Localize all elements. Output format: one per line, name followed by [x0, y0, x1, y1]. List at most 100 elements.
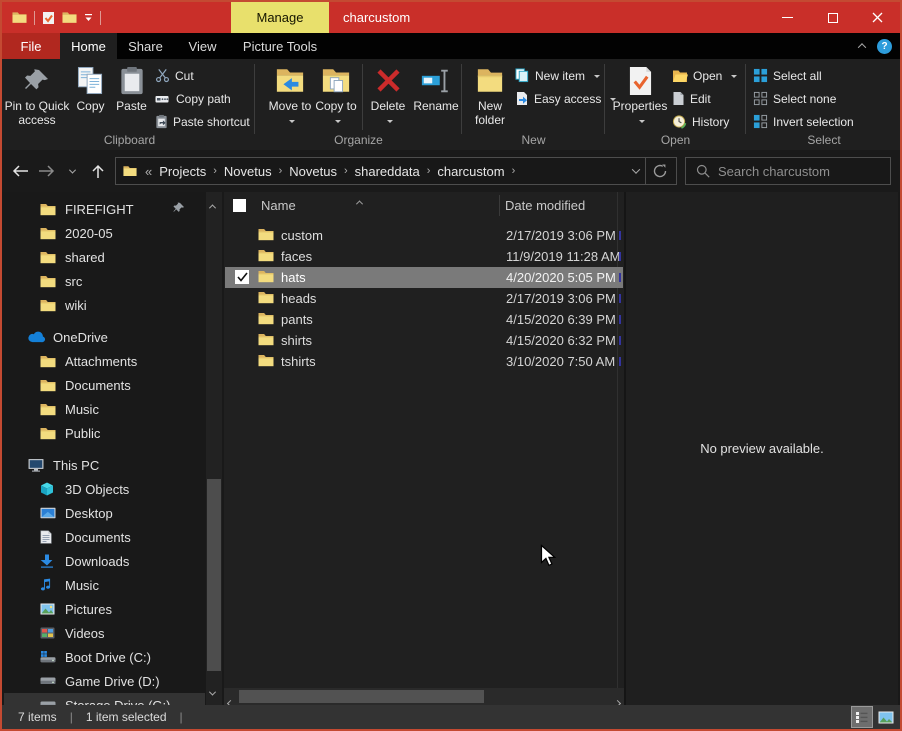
select-none-button[interactable]: Select none: [750, 87, 900, 110]
sidebar-item-storage-drive-g[interactable]: Storage Drive (G:): [4, 693, 205, 705]
scroll-up-icon[interactable]: [209, 204, 216, 211]
file-row-hats[interactable]: hats4/20/2020 5:05 PM: [225, 267, 623, 288]
paste-button[interactable]: Paste: [111, 62, 152, 134]
invert-selection-button[interactable]: Invert selection: [750, 110, 900, 133]
copy-to-icon: [321, 63, 351, 98]
copy-button[interactable]: Copy: [70, 62, 111, 134]
sidebar-item-src[interactable]: src: [4, 269, 205, 293]
history-button[interactable]: History: [669, 110, 745, 133]
forward-button[interactable]: [37, 165, 55, 177]
paste-shortcut-button[interactable]: Paste shortcut: [152, 110, 252, 133]
sidebar-item-firefight[interactable]: FIREFIGHT: [4, 197, 205, 221]
large-icons-view-button[interactable]: [875, 706, 897, 728]
file-row-custom[interactable]: custom2/17/2019 3:06 PM: [225, 225, 623, 246]
breadcrumb-separator-icon[interactable]: ›: [509, 165, 519, 177]
file-row-faces[interactable]: faces11/9/2019 11:28 AM: [225, 246, 623, 267]
breadcrumb-overflow[interactable]: «: [142, 164, 155, 179]
edit-button[interactable]: Edit: [669, 87, 745, 110]
sidebar-item-public[interactable]: Public: [4, 421, 205, 445]
cut-button[interactable]: Cut: [152, 64, 252, 87]
search-input[interactable]: [718, 164, 894, 179]
sidebar-item-label: Public: [65, 426, 100, 441]
tab-home[interactable]: Home: [60, 33, 117, 59]
maximize-button[interactable]: [810, 2, 855, 33]
folder-icon[interactable]: [12, 11, 27, 24]
sidebar-item-videos[interactable]: Videos: [4, 621, 205, 645]
tab-share[interactable]: Share: [117, 33, 174, 59]
breadcrumb-segment-projects[interactable]: Projects: [155, 164, 210, 179]
row-edge-mark: [619, 357, 621, 366]
sidebar-item-onedrive[interactable]: OneDrive: [4, 325, 205, 349]
scrollbar-thumb[interactable]: [239, 690, 484, 703]
sidebar-item-2020-05[interactable]: 2020-05: [4, 221, 205, 245]
file-row-heads[interactable]: heads2/17/2019 3:06 PM: [225, 288, 623, 309]
sidebar-item-downloads[interactable]: Downloads: [4, 549, 205, 573]
breadcrumb-separator-icon[interactable]: ›: [276, 165, 286, 177]
column-header-date-modified[interactable]: Date modified: [505, 198, 585, 213]
sidebar-item-documents[interactable]: Documents: [4, 525, 205, 549]
back-button[interactable]: [11, 165, 29, 177]
scrollbar-thumb[interactable]: [207, 479, 221, 671]
sidebar-item-game-drive-d[interactable]: Game Drive (D:): [4, 669, 205, 693]
file-row-tshirts[interactable]: tshirts3/10/2020 7:50 AM: [225, 351, 623, 372]
recent-locations-icon[interactable]: [63, 169, 81, 174]
sidebar-item-label: Documents: [65, 530, 131, 545]
breadcrumb-segment-novetus[interactable]: Novetus: [220, 164, 276, 179]
sidebar-scrollbar[interactable]: [206, 192, 222, 705]
sidebar-item-this-pc[interactable]: This PC: [4, 453, 205, 477]
breadcrumb-separator-icon[interactable]: ›: [424, 165, 434, 177]
tab-picture-tools[interactable]: Picture Tools: [231, 33, 329, 59]
open-button[interactable]: Open: [669, 64, 745, 87]
pin-to-quick-access-button[interactable]: Pin to Quick access: [4, 62, 70, 134]
close-button[interactable]: [855, 2, 900, 33]
breadcrumb-separator-icon[interactable]: ›: [210, 165, 220, 177]
address-bar[interactable]: « Projects›Novetus›Novetus›shareddata›ch…: [115, 157, 677, 185]
customize-qat-icon[interactable]: [84, 13, 93, 22]
row-checkbox-checked[interactable]: [235, 270, 249, 284]
collapse-ribbon-icon[interactable]: [858, 43, 866, 51]
copy-to-button[interactable]: Copy to: [313, 62, 359, 134]
file-row-shirts[interactable]: shirts4/15/2020 6:32 PM: [225, 330, 623, 351]
sidebar-item-desktop[interactable]: Desktop: [4, 501, 205, 525]
breadcrumb-segment-charcustom[interactable]: charcustom: [433, 164, 508, 179]
move-to-button[interactable]: Move to: [267, 62, 313, 134]
file-row-pants[interactable]: pants4/15/2020 6:39 PM: [225, 309, 623, 330]
tab-file[interactable]: File: [2, 33, 60, 59]
select-all-button[interactable]: Select all: [750, 64, 900, 87]
new-item-button[interactable]: New item: [512, 64, 604, 87]
rename-button[interactable]: Rename: [410, 62, 462, 134]
breadcrumb-separator-icon[interactable]: ›: [341, 165, 351, 177]
address-dropdown-icon[interactable]: [632, 165, 640, 173]
tab-view[interactable]: View: [174, 33, 231, 59]
select-all-checkbox[interactable]: [233, 199, 246, 212]
folder-icon[interactable]: [62, 11, 77, 24]
properties-icon[interactable]: [42, 11, 55, 25]
sidebar-item-3d-objects[interactable]: 3D Objects: [4, 477, 205, 501]
sidebar-item-wiki[interactable]: wiki: [4, 293, 205, 317]
sidebar-item-music[interactable]: Music: [4, 573, 205, 597]
tab-manage[interactable]: Manage: [231, 2, 329, 33]
sidebar-item-attachments[interactable]: Attachments: [4, 349, 205, 373]
sidebar-item-documents[interactable]: Documents: [4, 373, 205, 397]
breadcrumb-segment-novetus[interactable]: Novetus: [285, 164, 341, 179]
up-button[interactable]: [89, 164, 107, 179]
refresh-icon[interactable]: [646, 158, 674, 184]
scroll-down-icon[interactable]: [209, 689, 216, 696]
sidebar-item-boot-drive-c[interactable]: Boot Drive (C:): [4, 645, 205, 669]
horizontal-scrollbar[interactable]: [224, 688, 624, 705]
properties-button[interactable]: Properties: [611, 62, 669, 134]
search-box[interactable]: [685, 157, 891, 185]
copy-path-button[interactable]: Copy path: [152, 87, 252, 110]
sidebar-item-music[interactable]: Music: [4, 397, 205, 421]
list-header: Name Date modified: [224, 192, 624, 219]
details-view-button[interactable]: [851, 706, 873, 728]
new-folder-button[interactable]: New folder: [468, 62, 512, 134]
sidebar-item-pictures[interactable]: Pictures: [4, 597, 205, 621]
column-header-name[interactable]: Name: [261, 198, 296, 213]
delete-button[interactable]: Delete: [366, 62, 410, 134]
breadcrumb-segment-shareddata[interactable]: shareddata: [351, 164, 424, 179]
sidebar-item-shared[interactable]: shared: [4, 245, 205, 269]
help-icon[interactable]: ?: [877, 39, 892, 54]
easy-access-button[interactable]: Easy access: [512, 87, 604, 110]
minimize-button[interactable]: [765, 2, 810, 33]
